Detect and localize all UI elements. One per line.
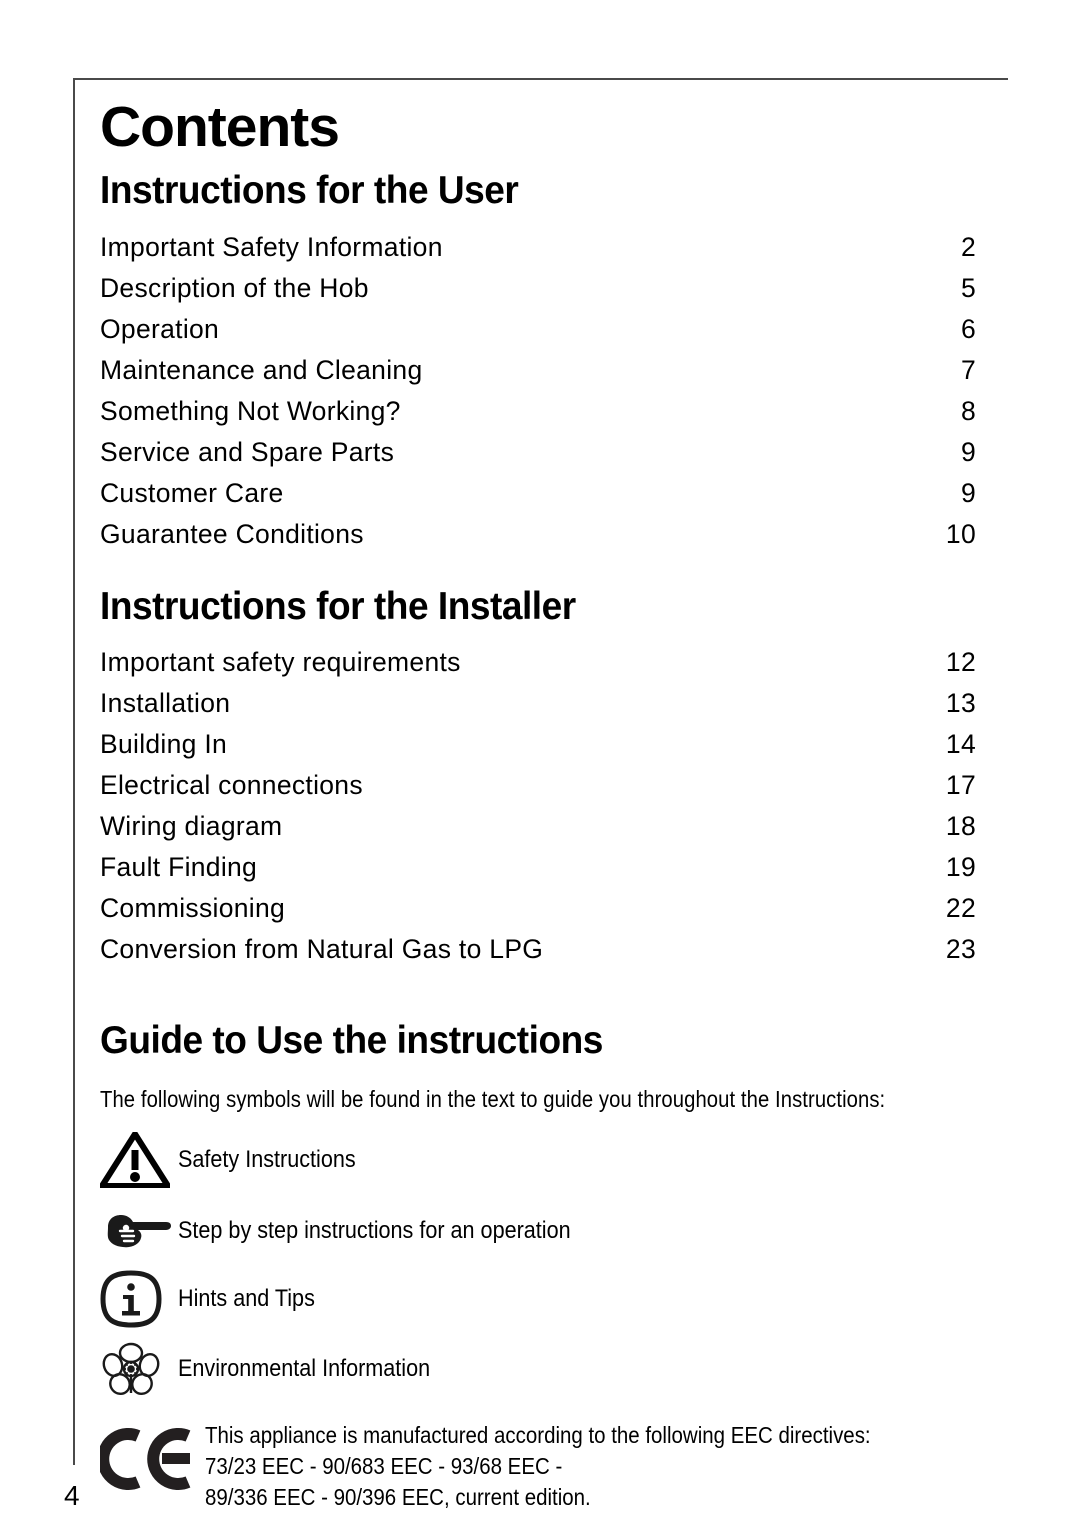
toc-entry-page: 18 bbox=[945, 811, 976, 841]
section-heading-user: Instructions for the User bbox=[100, 169, 519, 212]
toc-entry-page: 9 bbox=[960, 437, 976, 467]
toc-entry[interactable]: Important safety requirements 12 bbox=[100, 642, 978, 683]
page-title: Contents bbox=[100, 95, 340, 159]
toc-entry[interactable]: Operation 6 bbox=[100, 309, 978, 350]
legend-label-safety: Safety Instructions bbox=[178, 1146, 356, 1173]
page-left-rule bbox=[73, 78, 75, 1465]
legend-label-hints: Hints and Tips bbox=[178, 1285, 315, 1312]
toc-entry-page: 9 bbox=[960, 478, 976, 508]
legend-item-step-by-step: Step by step instructions for an operati… bbox=[100, 1204, 978, 1258]
warning-triangle-icon bbox=[100, 1132, 178, 1188]
toc-entry-label: Important safety requirements bbox=[100, 647, 461, 677]
toc-entry-page: 2 bbox=[960, 232, 976, 262]
page-folio-number: 4 bbox=[64, 1480, 80, 1511]
flower-environment-icon bbox=[100, 1340, 178, 1398]
toc-entry-label: Building In bbox=[100, 729, 228, 759]
page-content: Contents Instructions for the User Impor… bbox=[100, 96, 978, 1513]
toc-entry[interactable]: Guarantee Conditions 10 bbox=[100, 514, 978, 555]
toc-entry-page: 13 bbox=[945, 688, 976, 718]
legend-item-hints: Hints and Tips bbox=[100, 1270, 978, 1328]
info-square-icon bbox=[100, 1270, 178, 1328]
compliance-line: 89/336 EEC - 90/396 EEC, current edition… bbox=[205, 1484, 591, 1510]
toc-entry-page: 5 bbox=[960, 273, 976, 303]
toc-entry-label: Service and Spare Parts bbox=[100, 437, 395, 467]
toc-entry-label: Guarantee Conditions bbox=[100, 519, 364, 549]
toc-entry-label: Commissioning bbox=[100, 893, 286, 923]
toc-entry-page: 14 bbox=[945, 729, 976, 759]
toc-entry-label: Customer Care bbox=[100, 478, 284, 508]
toc-list-installer: Important safety requirements 12 Install… bbox=[100, 642, 978, 970]
toc-entry-page: 8 bbox=[960, 396, 976, 426]
toc-entry-page: 10 bbox=[945, 519, 976, 549]
toc-entry[interactable]: Description of the Hob 5 bbox=[100, 268, 978, 309]
toc-entry[interactable]: Important Safety Information 2 bbox=[100, 227, 978, 268]
section-heading-guide: Guide to Use the instructions bbox=[100, 1019, 603, 1062]
toc-entry-label: Conversion from Natural Gas to LPG bbox=[100, 934, 544, 964]
toc-entry-page: 7 bbox=[960, 355, 976, 385]
compliance-line: This appliance is manufactured according… bbox=[205, 1422, 871, 1448]
toc-entry-page: 19 bbox=[945, 852, 976, 882]
toc-entry[interactable]: Something Not Working? 8 bbox=[100, 391, 978, 432]
toc-entry-label: Installation bbox=[100, 688, 231, 718]
section-heading-installer: Instructions for the Installer bbox=[100, 585, 576, 628]
toc-entry[interactable]: Customer Care 9 bbox=[100, 473, 978, 514]
toc-entry[interactable]: Conversion from Natural Gas to LPG 23 bbox=[100, 929, 978, 970]
toc-entry[interactable]: Installation 13 bbox=[100, 683, 978, 724]
contents-page: Contents Instructions for the User Impor… bbox=[0, 0, 1080, 1532]
legend-label-step-by-step: Step by step instructions for an operati… bbox=[178, 1217, 571, 1244]
ce-mark-icon bbox=[100, 1420, 205, 1490]
toc-entry-label: Important Safety Information bbox=[100, 232, 443, 262]
toc-entry[interactable]: Wiring diagram 18 bbox=[100, 806, 978, 847]
toc-entry-page: 23 bbox=[945, 934, 976, 964]
toc-entry-label: Maintenance and Cleaning bbox=[100, 355, 423, 385]
legend-label-environment: Environmental Information bbox=[178, 1355, 431, 1382]
toc-entry-page: 12 bbox=[945, 647, 976, 677]
toc-entry-page: 22 bbox=[945, 893, 976, 923]
toc-entry-label: Description of the Hob bbox=[100, 273, 369, 303]
legend-item-safety: Safety Instructions bbox=[100, 1132, 978, 1188]
compliance-line: 73/23 EEC - 90/683 EEC - 93/68 EEC - bbox=[205, 1453, 563, 1479]
page-top-rule bbox=[73, 78, 1008, 80]
toc-entry-label: Fault Finding bbox=[100, 852, 258, 882]
toc-entry[interactable]: Service and Spare Parts 9 bbox=[100, 432, 978, 473]
toc-entry[interactable]: Commissioning 22 bbox=[100, 888, 978, 929]
toc-entry-label: Wiring diagram bbox=[100, 811, 283, 841]
toc-entry-label: Electrical connections bbox=[100, 770, 363, 800]
compliance-text: This appliance is manufactured according… bbox=[205, 1420, 871, 1513]
toc-entry-page: 17 bbox=[945, 770, 976, 800]
toc-entry[interactable]: Building In 14 bbox=[100, 724, 978, 765]
toc-entry-page: 6 bbox=[960, 314, 976, 344]
toc-list-user: Important Safety Information 2 Descripti… bbox=[100, 227, 978, 555]
toc-entry[interactable]: Maintenance and Cleaning 7 bbox=[100, 350, 978, 391]
pointing-hand-icon bbox=[100, 1209, 178, 1253]
toc-entry[interactable]: Electrical connections 17 bbox=[100, 765, 978, 806]
legend-item-environment: Environmental Information bbox=[100, 1340, 978, 1398]
toc-entry-label: Operation bbox=[100, 314, 220, 344]
compliance-block: This appliance is manufactured according… bbox=[100, 1420, 978, 1513]
toc-entry-label: Something Not Working? bbox=[100, 396, 401, 426]
guide-intro-text: The following symbols will be found in t… bbox=[100, 1086, 886, 1112]
toc-entry[interactable]: Fault Finding 19 bbox=[100, 847, 978, 888]
